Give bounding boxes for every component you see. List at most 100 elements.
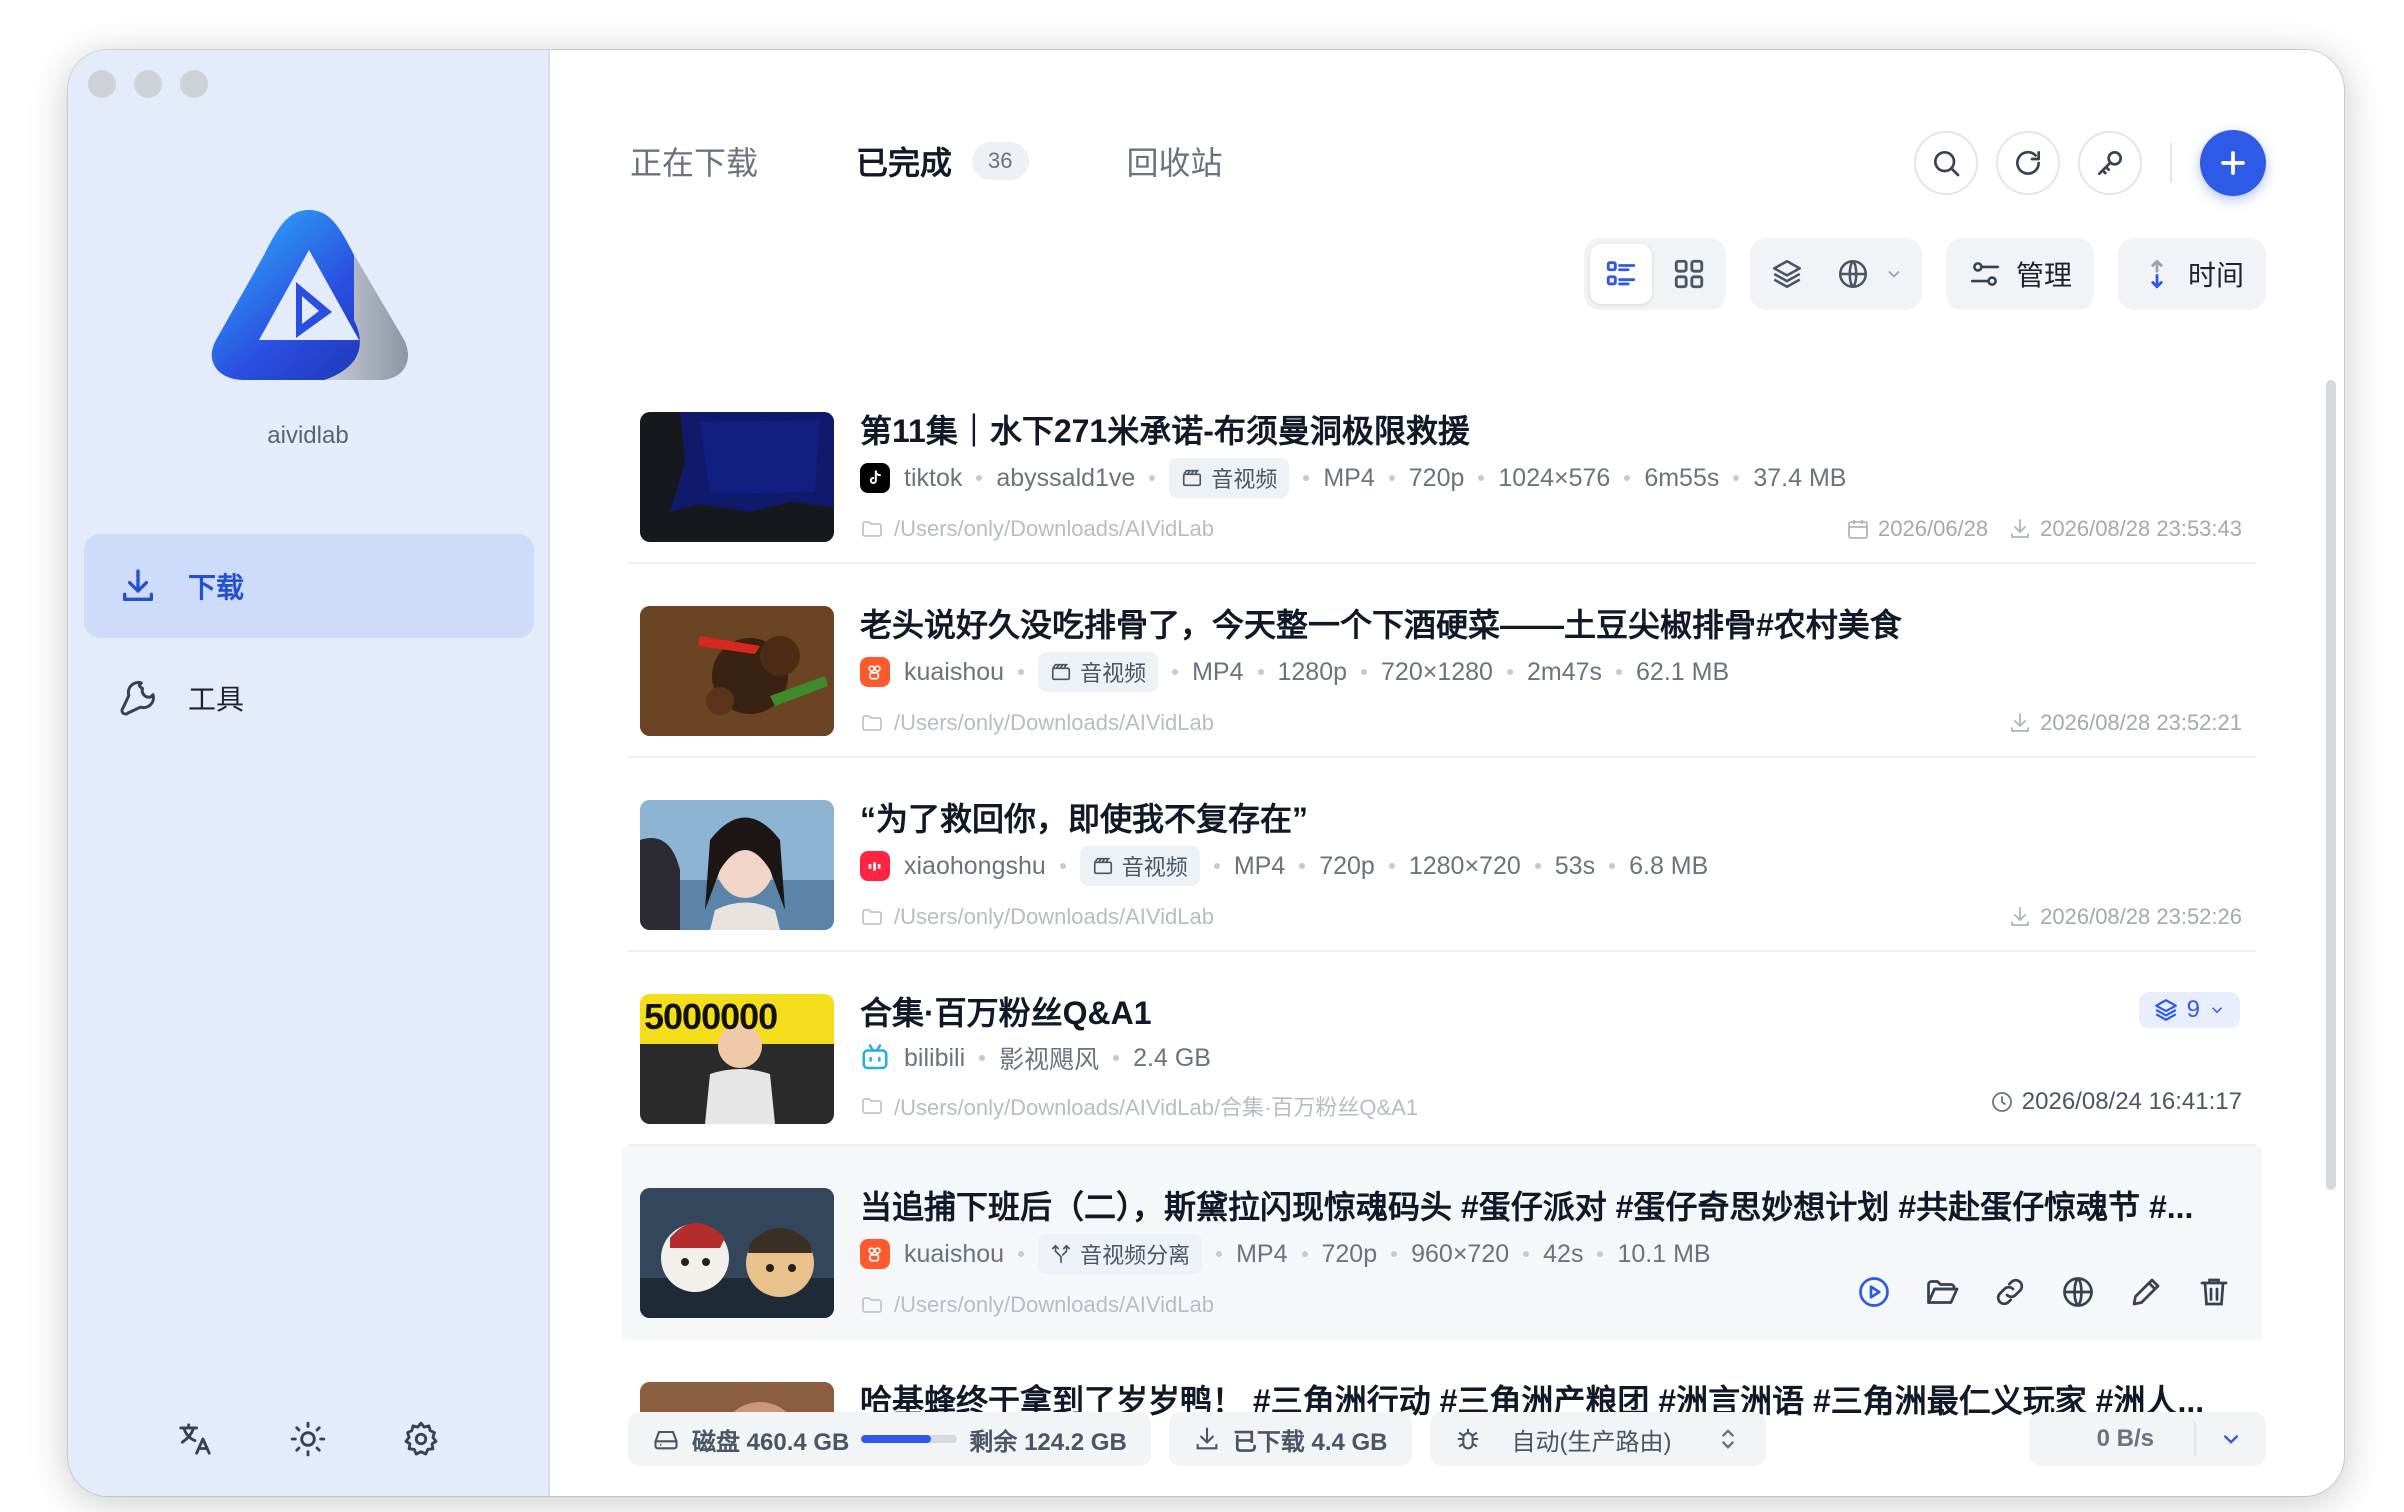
search-button[interactable] bbox=[1914, 131, 1978, 195]
sidebar-nav: 下载 工具 bbox=[84, 534, 534, 758]
list-item[interactable]: “为了救回你，即使我不复存在” xiaohongshu 音视频 MP4 720p bbox=[628, 758, 2256, 952]
file-path[interactable]: /Users/only/Downloads/AIVidLab bbox=[860, 710, 1214, 736]
sidebar-item-download[interactable]: 下载 bbox=[84, 534, 534, 638]
list-view-button[interactable] bbox=[1589, 244, 1652, 304]
video-meta: tiktok abyssald1ve 音视频 MP4 720p 1024×576 bbox=[860, 458, 1846, 498]
tiktok-icon bbox=[860, 463, 890, 493]
open-folder-icon[interactable] bbox=[1924, 1274, 1960, 1310]
key-button[interactable] bbox=[2078, 131, 2142, 195]
sidebar-item-label: 工具 bbox=[188, 684, 245, 715]
gear-icon[interactable] bbox=[402, 1420, 440, 1458]
list-item[interactable]: 老头说好久没吃排骨了，今天整一个下酒硬菜——土豆尖椒排骨#农村美食 kuaish… bbox=[628, 564, 2256, 758]
platform-filter-dropdown[interactable] bbox=[1824, 244, 1916, 304]
folder-icon bbox=[862, 1098, 882, 1114]
list-item[interactable]: 当追捕下班后（二），斯黛拉闪现惊魂码头 #蛋仔派对 #蛋仔奇思妙想计划 #共赴蛋… bbox=[622, 1146, 2262, 1340]
calendar-icon bbox=[1848, 520, 1868, 539]
list-item[interactable]: 5000000 合集·百万粉丝Q&A1 9 bilibili 影视飓风 2.4 … bbox=[628, 952, 2256, 1146]
mode-label: 音视频 bbox=[1121, 855, 1188, 880]
duration: 53s bbox=[1554, 851, 1596, 880]
list-item[interactable]: 哈基蜂终于拿到了岁岁鸭！ #三角洲行动 #三角洲产粮团 #洲言洲语 #三角洲最仁… bbox=[628, 1340, 2256, 1420]
download-icon bbox=[2011, 519, 2030, 538]
globe-icon[interactable] bbox=[2060, 1274, 2096, 1310]
video-title: 当追捕下班后（二），斯黛拉闪现惊魂码头 #蛋仔派对 #蛋仔奇思妙想计划 #共赴蛋… bbox=[860, 1189, 2194, 1225]
list-scrollbar[interactable] bbox=[2326, 380, 2336, 1190]
list-item[interactable]: 第11集｜水下271米承诺-布须曼洞极限救援 tiktok abyssald1v… bbox=[628, 370, 2256, 564]
sort-arrows-icon bbox=[2151, 259, 2163, 289]
file-path[interactable]: /Users/only/Downloads/AIVidLab bbox=[860, 904, 1214, 930]
thumbnail-image bbox=[670, 412, 834, 512]
refresh-button[interactable] bbox=[1996, 131, 2060, 195]
play-icon[interactable] bbox=[1856, 1274, 1892, 1310]
speed-dropdown-button[interactable] bbox=[2196, 1426, 2266, 1452]
mode-chip: 音视频分离 bbox=[1038, 1234, 1203, 1274]
folder-icon bbox=[862, 1297, 882, 1313]
download-list: 第11集｜水下271米承诺-布须曼洞极限救援 tiktok abyssald1v… bbox=[622, 370, 2262, 1420]
duration: 2m47s bbox=[1526, 657, 1603, 686]
video-meta: xiaohongshu 音视频 MP4 720p 1280×720 53s 6.… bbox=[860, 846, 1708, 886]
disk-usage-fill bbox=[861, 1435, 932, 1443]
download-icon bbox=[2011, 713, 2030, 732]
file-path[interactable]: /Users/only/Downloads/AIVidLab bbox=[860, 516, 1214, 542]
route-selector[interactable]: 自动(生产路由) bbox=[1429, 1412, 1766, 1466]
link-icon[interactable] bbox=[1992, 1274, 2028, 1310]
bug-icon bbox=[1457, 1428, 1478, 1450]
folder-icon bbox=[862, 521, 882, 537]
edit-icon[interactable] bbox=[2128, 1274, 2164, 1310]
file-size: 2.4 GB bbox=[1133, 1043, 1211, 1072]
sort-button[interactable]: 时间 bbox=[2117, 238, 2266, 310]
add-download-button[interactable] bbox=[2200, 130, 2266, 196]
quality: 720p bbox=[1321, 1239, 1378, 1268]
platform-name: kuaishou bbox=[904, 1239, 1005, 1268]
translate-icon[interactable] bbox=[176, 1420, 214, 1458]
chevron-down-icon bbox=[2211, 1007, 2223, 1014]
video-thumbnail bbox=[640, 800, 834, 930]
grid-view-button[interactable] bbox=[1658, 244, 1720, 304]
platform-name: xiaohongshu bbox=[904, 851, 1046, 880]
layers-filter-button[interactable] bbox=[1756, 244, 1818, 304]
tab-downloading[interactable]: 正在下载 bbox=[630, 138, 758, 184]
quality: 720p bbox=[1408, 463, 1465, 492]
close-window-button[interactable] bbox=[88, 70, 116, 98]
collection-count-badge[interactable]: 9 bbox=[2138, 992, 2240, 1028]
path-text: /Users/only/Downloads/AIVidLab/合集·百万粉丝Q&… bbox=[894, 1095, 1419, 1120]
sidebar: aividlab 下载 工具 bbox=[68, 50, 550, 1496]
download-time: 2026/08/28 23:52:26 bbox=[2008, 904, 2242, 930]
filter-group bbox=[1749, 238, 1922, 310]
zoom-window-button[interactable] bbox=[180, 70, 208, 98]
tab-bar: 正在下载 已完成 36 回收站 bbox=[630, 138, 1223, 184]
platform-name: bilibili bbox=[904, 1043, 966, 1072]
tab-recycle-bin[interactable]: 回收站 bbox=[1127, 138, 1223, 184]
format: MP4 bbox=[1323, 463, 1375, 492]
download-icon bbox=[123, 569, 153, 601]
minimize-window-button[interactable] bbox=[134, 70, 162, 98]
sidebar-bottom-actions bbox=[68, 1420, 548, 1458]
author-name: abyssald1ve bbox=[996, 463, 1136, 492]
file-size: 6.8 MB bbox=[1629, 851, 1709, 880]
path-text: /Users/only/Downloads/AIVidLab bbox=[894, 904, 1214, 929]
video-title: “为了救回你，即使我不复存在” bbox=[860, 801, 1309, 837]
video-meta: kuaishou 音视频分离 MP4 720p 960×720 42s 10.1… bbox=[860, 1234, 1711, 1274]
file-path[interactable]: /Users/only/Downloads/AIVidLab/合集·百万粉丝Q&… bbox=[860, 1090, 1418, 1122]
plus-icon bbox=[2221, 151, 2245, 175]
download-icon bbox=[1196, 1427, 1218, 1450]
layers-icon bbox=[2154, 999, 2177, 1021]
free-label: 剩余 124.2 GB bbox=[969, 1428, 1127, 1456]
sun-icon[interactable] bbox=[289, 1420, 327, 1458]
tab-label: 回收站 bbox=[1126, 145, 1223, 181]
grid-view-icon bbox=[1674, 259, 1704, 289]
video-thumbnail bbox=[640, 1188, 834, 1318]
sidebar-item-tools[interactable]: 工具 bbox=[84, 646, 534, 750]
chevron-down-icon bbox=[1888, 270, 1900, 278]
sidebar-item-label: 下载 bbox=[188, 572, 245, 603]
trash-icon[interactable] bbox=[2196, 1274, 2232, 1310]
speed-indicator: 0 B/s bbox=[2028, 1412, 2266, 1466]
resolution: 1024×576 bbox=[1498, 463, 1611, 492]
disk-usage-bar bbox=[861, 1435, 958, 1443]
dates: 2026/08/28 23:52:26 bbox=[2008, 904, 2242, 930]
publish-date: 2026/06/28 bbox=[1846, 516, 1988, 542]
manage-button[interactable]: 管理 bbox=[1945, 238, 2094, 310]
file-path[interactable]: /Users/only/Downloads/AIVidLab bbox=[860, 1292, 1214, 1318]
manage-button-inner: 管理 bbox=[1968, 244, 2072, 304]
manage-label: 管理 bbox=[2015, 260, 2072, 291]
tab-completed[interactable]: 已完成 36 bbox=[856, 138, 1029, 184]
